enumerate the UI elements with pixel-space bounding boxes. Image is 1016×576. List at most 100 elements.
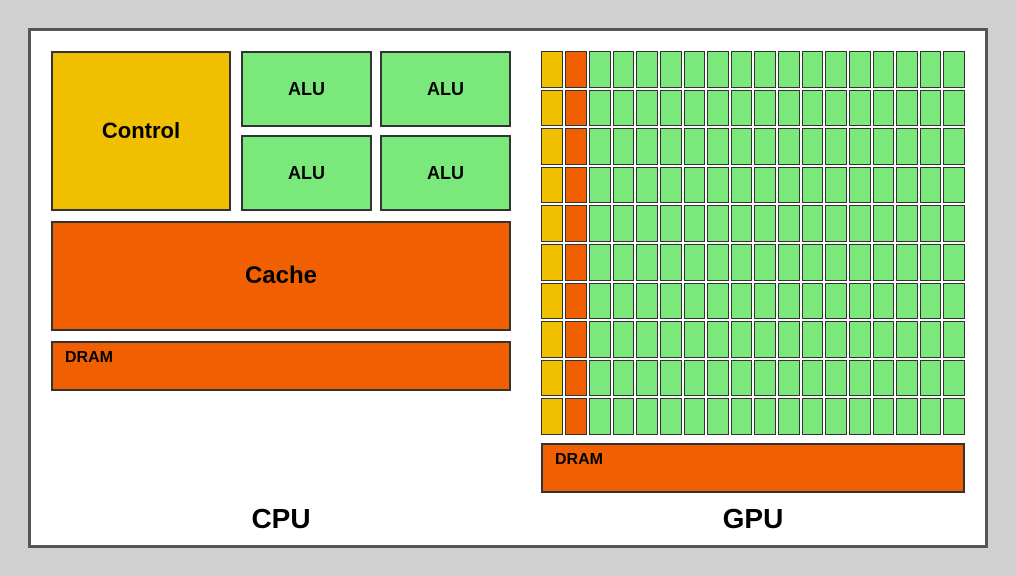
gpu-alu-cell xyxy=(825,244,847,281)
gpu-alu-cell xyxy=(849,398,871,435)
gpu-alu-cell xyxy=(849,205,871,242)
gpu-alu-cell xyxy=(778,398,800,435)
gpu-alu-cell xyxy=(613,244,635,281)
gpu-ctrl-cell xyxy=(541,167,563,204)
gpu-cache-cell xyxy=(565,244,587,281)
gpu-row xyxy=(541,244,965,281)
gpu-alu-cell xyxy=(778,51,800,88)
alu-cell-3: ALU xyxy=(380,135,511,211)
gpu-alu-cell xyxy=(660,205,682,242)
gpu-cache-cell xyxy=(565,321,587,358)
alu-label-3: ALU xyxy=(427,163,464,184)
gpu-alu-cell xyxy=(589,90,611,127)
gpu-alu-cell xyxy=(707,167,729,204)
gpu-alu-cell xyxy=(825,128,847,165)
gpu-alu-cell xyxy=(754,321,776,358)
gpu-alu-cell xyxy=(660,167,682,204)
gpu-alu-cell xyxy=(873,398,895,435)
gpu-alu-cell xyxy=(589,398,611,435)
gpu-alu-cell xyxy=(707,321,729,358)
gpu-alu-cell xyxy=(896,51,918,88)
gpu-alu-cell xyxy=(943,321,965,358)
gpu-ctrl-cell xyxy=(541,128,563,165)
gpu-alu-cell xyxy=(684,128,706,165)
gpu-alu-cell xyxy=(943,244,965,281)
gpu-alu-cell xyxy=(754,398,776,435)
gpu-row xyxy=(541,360,965,397)
gpu-alu-cell xyxy=(613,283,635,320)
gpu-alu-cell xyxy=(660,90,682,127)
gpu-alu-cell xyxy=(731,205,753,242)
gpu-alu-cell xyxy=(943,167,965,204)
gpu-alu-cell xyxy=(778,128,800,165)
gpu-alu-cell xyxy=(920,360,942,397)
gpu-ctrl-cell xyxy=(541,90,563,127)
gpu-alu-cell xyxy=(873,205,895,242)
gpu-alu-cell xyxy=(778,90,800,127)
gpu-alu-cell xyxy=(636,398,658,435)
gpu-alu-cell xyxy=(707,205,729,242)
gpu-alu-cell xyxy=(731,398,753,435)
gpu-alu-cell xyxy=(589,128,611,165)
gpu-alu-cell xyxy=(920,128,942,165)
gpu-alu-cell xyxy=(802,398,824,435)
gpu-alu-cell xyxy=(754,167,776,204)
gpu-alu-cell xyxy=(684,167,706,204)
gpu-alu-cell xyxy=(660,283,682,320)
gpu-alu-cell xyxy=(802,167,824,204)
cpu-top-area: Control ALU ALU ALU ALU xyxy=(51,51,511,211)
gpu-alu-cell xyxy=(778,244,800,281)
gpu-ctrl-cell xyxy=(541,283,563,320)
gpu-cache-cell xyxy=(565,205,587,242)
gpu-alu-cell xyxy=(636,321,658,358)
gpu-alu-cell xyxy=(589,283,611,320)
gpu-alu-cell xyxy=(802,360,824,397)
gpu-alu-cell xyxy=(589,51,611,88)
gpu-alu-cell xyxy=(636,205,658,242)
gpu-alu-cell xyxy=(754,90,776,127)
gpu-alu-cell xyxy=(920,51,942,88)
gpu-alu-cell xyxy=(896,244,918,281)
gpu-row xyxy=(541,90,965,127)
gpu-cache-cell xyxy=(565,90,587,127)
gpu-diagram: DRAM xyxy=(541,51,965,493)
cpu-dram-label: DRAM xyxy=(65,349,113,367)
control-label: Control xyxy=(102,118,180,144)
gpu-ctrl-cell xyxy=(541,205,563,242)
gpu-cache-cell xyxy=(565,51,587,88)
gpu-alu-cell xyxy=(754,244,776,281)
gpu-alu-cell xyxy=(707,283,729,320)
gpu-alu-cell xyxy=(731,51,753,88)
gpu-alu-cell xyxy=(660,321,682,358)
gpu-alu-cell xyxy=(778,360,800,397)
cpu-dram-block: DRAM xyxy=(51,341,511,391)
gpu-alu-cell xyxy=(684,321,706,358)
gpu-grid-area xyxy=(541,51,965,435)
gpu-alu-cell xyxy=(849,244,871,281)
gpu-alu-cell xyxy=(754,360,776,397)
gpu-alu-cell xyxy=(920,167,942,204)
gpu-alu-cell xyxy=(873,90,895,127)
gpu-alu-cell xyxy=(849,283,871,320)
gpu-alu-cell xyxy=(849,167,871,204)
cpu-diagram: Control ALU ALU ALU ALU xyxy=(51,51,511,493)
cpu-alu-grid: ALU ALU ALU ALU xyxy=(241,51,511,211)
gpu-alu-cell xyxy=(920,283,942,320)
gpu-row xyxy=(541,128,965,165)
alu-label-0: ALU xyxy=(288,79,325,100)
cache-label: Cache xyxy=(245,262,317,290)
gpu-alu-cell xyxy=(802,128,824,165)
gpu-alu-cell xyxy=(589,205,611,242)
gpu-alu-cell xyxy=(684,283,706,320)
gpu-alu-cell xyxy=(943,283,965,320)
gpu-alu-cell xyxy=(589,244,611,281)
gpu-alu-cell xyxy=(920,244,942,281)
gpu-alu-cell xyxy=(754,51,776,88)
gpu-cache-cell xyxy=(565,167,587,204)
gpu-alu-cell xyxy=(684,51,706,88)
gpu-alu-cell xyxy=(802,321,824,358)
alu-label-2: ALU xyxy=(288,163,325,184)
gpu-alu-cell xyxy=(802,90,824,127)
gpu-alu-cell xyxy=(896,205,918,242)
gpu-alu-cell xyxy=(873,283,895,320)
